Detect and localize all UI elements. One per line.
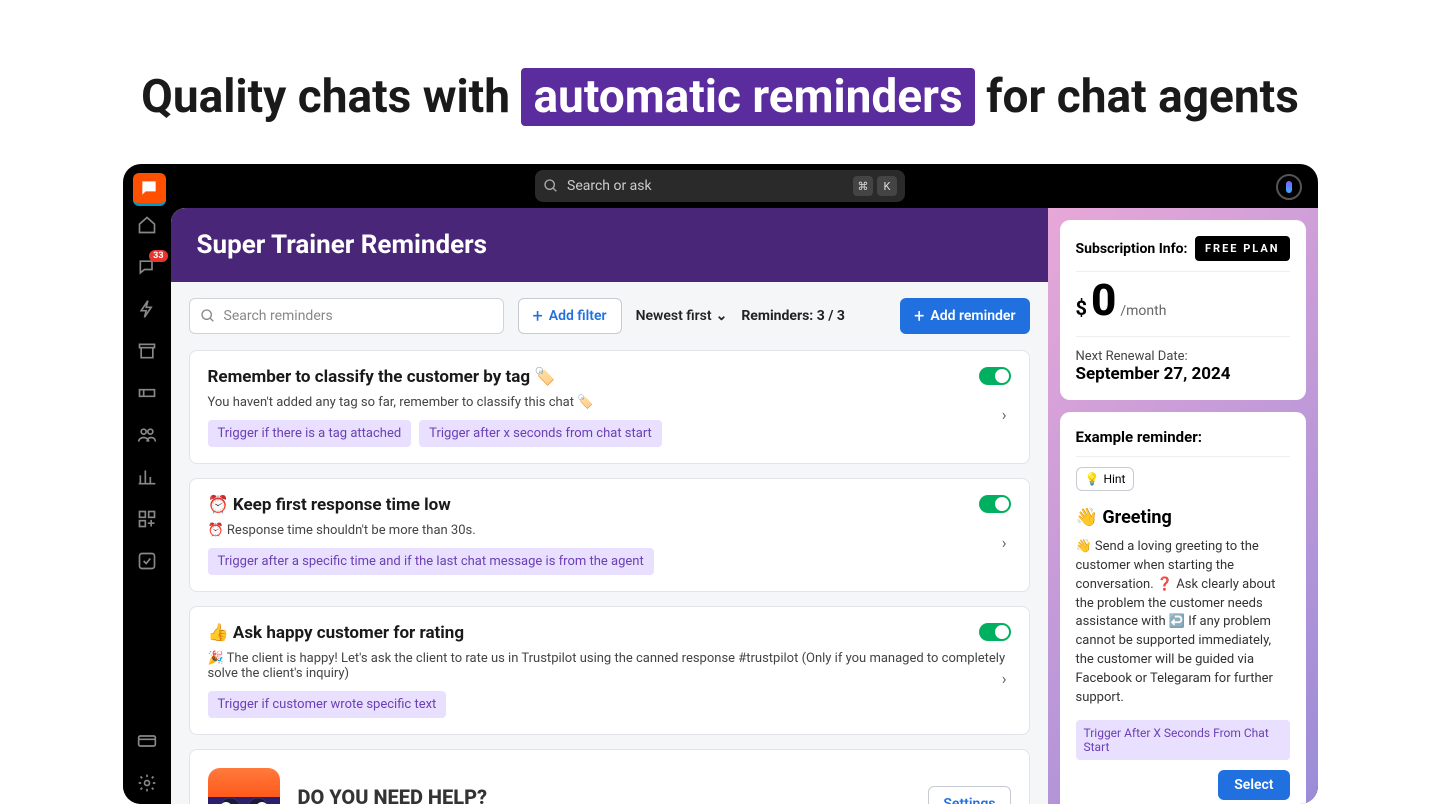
example-label: Example reminder:: [1076, 428, 1290, 446]
nav-apps[interactable]: [136, 508, 158, 530]
help-title: DO YOU NEED HELP?: [298, 785, 488, 805]
app-window: Search or ask ⌘ K 33: [123, 164, 1318, 804]
add-filter-button[interactable]: + Add filter: [518, 298, 622, 334]
settings-button[interactable]: Settings: [928, 786, 1010, 804]
search-placeholder: Search or ask: [567, 178, 845, 194]
nav-billing[interactable]: [136, 730, 158, 752]
subscription-label: Subscription Info:: [1076, 241, 1188, 257]
chevron-right-icon: ›: [1002, 533, 1007, 552]
hint-pill: 💡 Hint: [1076, 467, 1135, 491]
add-reminder-button[interactable]: + Add reminder: [900, 298, 1029, 334]
chevron-down-icon: ⌄: [716, 308, 728, 324]
example-greeting-title: 👋 Greeting: [1076, 507, 1290, 528]
nav-ticket[interactable]: [136, 382, 158, 404]
chevron-right-icon: ›: [1002, 405, 1007, 424]
reminder-title: Remember to classify the customer by tag…: [208, 367, 1011, 387]
nav-archive[interactable]: [136, 340, 158, 362]
check-icon: [137, 551, 157, 571]
example-trigger-tag: Trigger After X Seconds From Chat Start: [1076, 720, 1290, 760]
plus-icon: +: [914, 306, 924, 327]
reminders-count: Reminders: 3 / 3: [741, 308, 845, 324]
plan-badge: FREE PLAN: [1195, 236, 1290, 261]
nav-home[interactable]: [136, 214, 158, 236]
nav-settings[interactable]: [136, 772, 158, 794]
reminder-title: 👍 Ask happy customer for rating: [208, 623, 1011, 643]
apps-icon: [137, 509, 157, 529]
help-card: DO YOU NEED HELP? Contact our Helpdesk S…: [189, 749, 1030, 804]
example-panel: Example reminder: 💡 Hint 👋 Greeting 👋 Se…: [1060, 412, 1306, 804]
search-reminders-placeholder: Search reminders: [224, 308, 333, 324]
sidebar: 33: [123, 208, 171, 804]
trigger-tag: Trigger if there is a tag attached: [208, 420, 412, 447]
renewal-label: Next Renewal Date:: [1076, 349, 1290, 364]
nav-people[interactable]: [136, 424, 158, 446]
trigger-tag: Trigger after x seconds from chat start: [419, 420, 662, 447]
price-currency: $: [1076, 296, 1087, 320]
reminder-card[interactable]: Remember to classify the customer by tag…: [189, 350, 1030, 464]
bolt-icon: [137, 299, 157, 319]
sort-dropdown[interactable]: Newest first ⌄: [636, 308, 728, 324]
trigger-tag: Trigger after a specific time and if the…: [208, 548, 654, 575]
notification-indicator[interactable]: [1276, 174, 1302, 200]
reminder-title: ⏰ Keep first response time low: [208, 495, 1011, 515]
subscription-panel: Subscription Info: FREE PLAN $ 0 /month …: [1060, 220, 1306, 400]
search-reminders[interactable]: Search reminders: [189, 298, 504, 334]
kbd-k: K: [877, 176, 897, 196]
reminder-card[interactable]: ⏰ Keep first response time low ⏰ Respons…: [189, 478, 1030, 592]
gear-icon: [137, 773, 157, 793]
chat-bubble-icon: [139, 178, 159, 198]
hero-pre: Quality chats with: [141, 70, 521, 124]
reminder-toggle[interactable]: [979, 623, 1011, 641]
chart-icon: [137, 467, 157, 487]
reminder-toggle[interactable]: [979, 495, 1011, 513]
chat-count-badge: 33: [149, 250, 167, 262]
nav-check[interactable]: [136, 550, 158, 572]
chevron-right-icon: ›: [1002, 669, 1007, 688]
example-body: 👋 Send a loving greeting to the customer…: [1076, 538, 1290, 708]
trigger-tag: Trigger if customer wrote specific text: [208, 691, 447, 718]
price-period: /month: [1120, 303, 1166, 319]
page-title: Super Trainer Reminders: [171, 208, 1048, 282]
reminder-toggle[interactable]: [979, 367, 1011, 385]
nav-chats[interactable]: 33: [136, 256, 158, 278]
home-icon: [137, 215, 157, 235]
card-icon: [137, 731, 157, 751]
reminder-card[interactable]: 👍 Ask happy customer for rating 🎉 The cl…: [189, 606, 1030, 735]
hero-post: for chat agents: [975, 70, 1299, 124]
owl-avatar: [208, 768, 280, 804]
topbar: Search or ask ⌘ K: [123, 164, 1318, 208]
archive-icon: [137, 341, 157, 361]
people-icon: [137, 425, 157, 445]
bulb-icon: 💡: [1085, 472, 1100, 486]
select-button[interactable]: Select: [1218, 770, 1289, 800]
ticket-icon: [137, 383, 157, 403]
reminder-desc: 🎉 The client is happy! Let's ask the cli…: [208, 651, 1011, 681]
nav-bolt[interactable]: [136, 298, 158, 320]
nav-analytics[interactable]: [136, 466, 158, 488]
app-logo[interactable]: [133, 173, 166, 206]
search-icon: [543, 178, 559, 194]
reminder-desc: ⏰ Response time shouldn't be more than 3…: [208, 523, 1011, 538]
toolbar: Search reminders + Add filter Newest fir…: [171, 282, 1048, 350]
hero-highlight: automatic reminders: [521, 68, 974, 126]
hero-banner: Quality chats with automatic reminders f…: [0, 0, 1440, 164]
price-amount: 0: [1091, 278, 1116, 322]
search-icon: [200, 308, 216, 324]
reminder-desc: You haven't added any tag so far, rememb…: [208, 395, 1011, 410]
renewal-date: September 27, 2024: [1076, 364, 1290, 384]
global-search[interactable]: Search or ask ⌘ K: [535, 170, 905, 202]
kbd-cmd: ⌘: [853, 176, 873, 196]
plus-icon: +: [533, 306, 543, 327]
